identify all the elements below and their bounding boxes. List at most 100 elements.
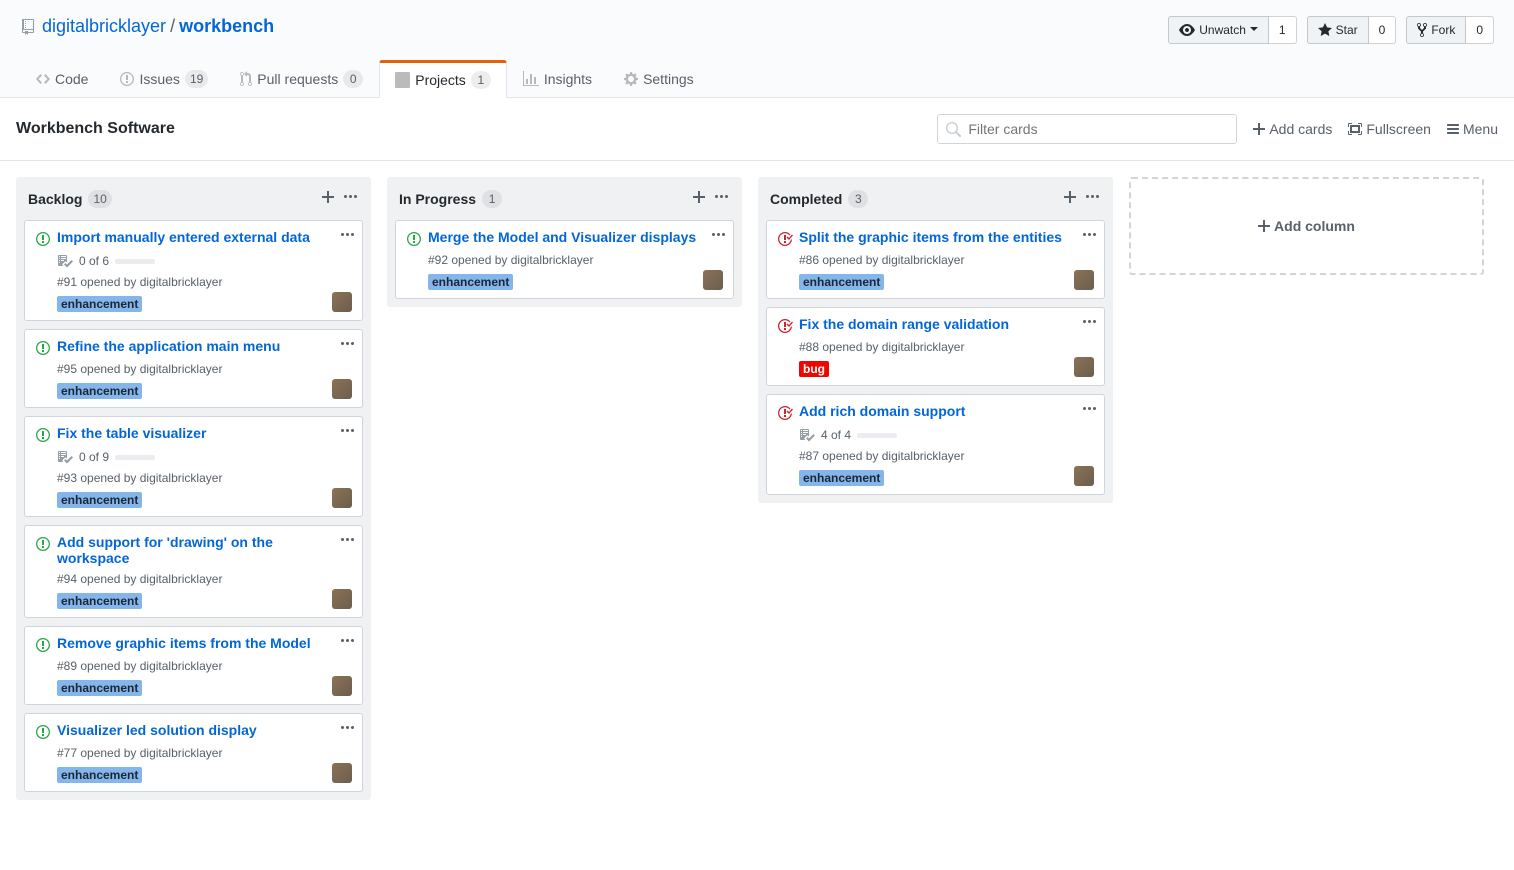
card-menu-button[interactable]: [341, 423, 354, 442]
card-menu-button[interactable]: [712, 227, 725, 246]
star-button[interactable]: Star: [1307, 16, 1369, 44]
card[interactable]: Add rich domain support 4 of 4 #87 opene…: [766, 394, 1105, 495]
column: Backlog 10 Import manually entered exter…: [16, 177, 371, 800]
column-add-button[interactable]: [1062, 187, 1078, 210]
label-enhancement[interactable]: enhancement: [57, 296, 142, 312]
assignee-avatar[interactable]: [1074, 270, 1094, 290]
tab-settings[interactable]: Settings: [608, 60, 710, 97]
card-menu-button[interactable]: [341, 532, 354, 551]
card-title[interactable]: Fix the table visualizer: [57, 425, 226, 443]
card-progress: 0 of 6: [57, 253, 352, 269]
column-name: Backlog: [28, 191, 82, 207]
watch-count[interactable]: 1: [1269, 16, 1297, 44]
tab-insights[interactable]: Insights: [507, 60, 608, 97]
card[interactable]: Split the graphic items from the entitie…: [766, 220, 1105, 299]
card[interactable]: Import manually entered external data 0 …: [24, 220, 363, 321]
card[interactable]: Visualizer led solution display #77 open…: [24, 713, 363, 792]
add-column-button[interactable]: Add column: [1129, 177, 1484, 275]
card[interactable]: Add support for 'drawing' on the workspa…: [24, 525, 363, 618]
card-title[interactable]: Merge the Model and Visualizer displays: [428, 229, 716, 247]
assignee-avatar[interactable]: [332, 292, 352, 312]
card-menu-button[interactable]: [341, 633, 354, 652]
filter-cards-input[interactable]: [937, 114, 1237, 144]
issue-open-icon: [35, 340, 51, 356]
label-enhancement[interactable]: enhancement: [57, 593, 142, 609]
card-progress: 0 of 9: [57, 449, 352, 465]
assignee-avatar[interactable]: [332, 488, 352, 508]
card-title[interactable]: Visualizer led solution display: [57, 722, 277, 740]
eye-icon: [1179, 22, 1195, 38]
column-menu-button[interactable]: [713, 187, 730, 210]
card[interactable]: Merge the Model and Visualizer displays …: [395, 220, 734, 299]
label-enhancement[interactable]: enhancement: [799, 470, 884, 486]
assignee-avatar[interactable]: [332, 589, 352, 609]
progress-bar: [115, 455, 155, 460]
issue-open-icon: [35, 637, 51, 653]
issues-count: 19: [185, 70, 208, 88]
label-bug[interactable]: bug: [799, 361, 829, 377]
label-enhancement[interactable]: enhancement: [57, 680, 142, 696]
assignee-avatar[interactable]: [1074, 466, 1094, 486]
card-title[interactable]: Refine the application main menu: [57, 338, 300, 356]
tab-projects[interactable]: Projects1: [379, 60, 507, 98]
progress-bar: [115, 259, 155, 264]
tab-code[interactable]: Code: [20, 60, 104, 97]
column-add-button[interactable]: [320, 187, 336, 210]
card-meta: #77 opened by digitalbricklayer: [57, 746, 352, 760]
card-title[interactable]: Split the graphic items from the entitie…: [799, 229, 1082, 247]
fork-button[interactable]: Fork: [1406, 16, 1466, 44]
assignee-avatar[interactable]: [1074, 357, 1094, 377]
card-menu-button[interactable]: [1083, 401, 1096, 420]
card[interactable]: Fix the table visualizer 0 of 9 #93 open…: [24, 416, 363, 517]
assignee-avatar[interactable]: [332, 763, 352, 783]
checklist-icon: [57, 449, 73, 465]
column-add-button[interactable]: [691, 187, 707, 210]
card-title[interactable]: Import manually entered external data: [57, 229, 330, 247]
caret-down-icon: [1250, 22, 1258, 38]
repo-owner-link[interactable]: digitalbricklayer: [42, 16, 166, 37]
project-title: Workbench Software: [16, 120, 175, 138]
card-menu-button[interactable]: [341, 336, 354, 355]
card[interactable]: Fix the domain range validation #88 open…: [766, 307, 1105, 386]
card[interactable]: Refine the application main menu #95 ope…: [24, 329, 363, 408]
star-count[interactable]: 0: [1369, 16, 1397, 44]
repo-icon: [20, 19, 36, 35]
label-enhancement[interactable]: enhancement: [57, 383, 142, 399]
column-menu-button[interactable]: [342, 187, 359, 210]
assignee-avatar[interactable]: [703, 270, 723, 290]
issue-icon: [120, 71, 134, 87]
card-menu-button[interactable]: [341, 720, 354, 739]
gear-icon: [624, 71, 638, 87]
fork-count[interactable]: 0: [1466, 16, 1494, 44]
column: Completed 3 Split the graphic items from…: [758, 177, 1113, 503]
issue-open-icon: [35, 427, 51, 443]
repo-name-link[interactable]: workbench: [179, 16, 274, 37]
label-enhancement[interactable]: enhancement: [57, 492, 142, 508]
card-title[interactable]: Fix the domain range validation: [799, 316, 1029, 334]
add-cards-button[interactable]: Add cards: [1253, 121, 1332, 137]
issue-open-icon: [35, 536, 51, 566]
progress-text: 0 of 9: [79, 450, 109, 464]
column-menu-button[interactable]: [1084, 187, 1101, 210]
fullscreen-button[interactable]: Fullscreen: [1348, 121, 1431, 137]
card-menu-button[interactable]: [1083, 314, 1096, 333]
card-title[interactable]: Add rich domain support: [799, 403, 985, 421]
assignee-avatar[interactable]: [332, 379, 352, 399]
card-menu-button[interactable]: [341, 227, 354, 246]
fork-label: Fork: [1431, 20, 1455, 40]
card-title[interactable]: Add support for 'drawing' on the workspa…: [57, 534, 352, 566]
issue-open-icon: [35, 724, 51, 740]
menu-button[interactable]: Menu: [1447, 121, 1498, 137]
tab-issues[interactable]: Issues19: [104, 60, 224, 97]
card[interactable]: Remove graphic items from the Model #89 …: [24, 626, 363, 705]
column: In Progress 1 Merge the Model and Visual…: [387, 177, 742, 307]
card-menu-button[interactable]: [1083, 227, 1096, 246]
tab-pull-requests[interactable]: Pull requests0: [224, 60, 379, 97]
card-title[interactable]: Remove graphic items from the Model: [57, 635, 331, 653]
label-enhancement[interactable]: enhancement: [57, 767, 142, 783]
assignee-avatar[interactable]: [332, 676, 352, 696]
label-enhancement[interactable]: enhancement: [428, 274, 513, 290]
label-enhancement[interactable]: enhancement: [799, 274, 884, 290]
unwatch-button[interactable]: Unwatch: [1168, 16, 1269, 44]
issue-closed-icon: [777, 231, 793, 247]
